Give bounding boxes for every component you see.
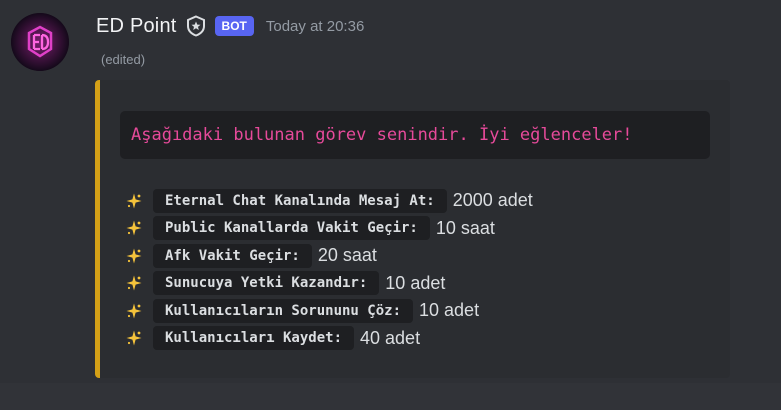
- sparkle-icon: [126, 275, 142, 291]
- edited-label: (edited): [101, 52, 146, 67]
- task-value: 40 adet: [360, 327, 421, 348]
- list-item: Sunucuya Yetki Kazandır: 10 adet: [126, 270, 533, 298]
- task-name: Public Kanallarda Vakit Geçir:: [153, 216, 430, 241]
- task-value: 10 adet: [385, 272, 446, 293]
- avatar[interactable]: [11, 13, 69, 71]
- sparkle-icon: [126, 193, 142, 209]
- task-list: Eternal Chat Kanalında Mesaj At: 2000 ad…: [126, 187, 533, 352]
- embed: Aşağıdaki bulunan görev senindir. İyi eğ…: [95, 80, 730, 378]
- task-value: 10 adet: [419, 300, 480, 321]
- bot-badge: BOT: [214, 16, 254, 36]
- author-name[interactable]: ED Point: [96, 15, 177, 38]
- sparkle-icon: [126, 330, 142, 346]
- list-item: Kullanıcıları Kaydet: 40 adet: [126, 325, 533, 353]
- list-item: Eternal Chat Kanalında Mesaj At: 2000 ad…: [126, 187, 533, 215]
- task-name: Kullanıcıları Kaydet:: [153, 326, 355, 351]
- message-header: ED Point BOT Today at 20:36: [96, 11, 364, 41]
- chat-message: ED Point BOT Today at 20:36 (edited) Aşa…: [0, 0, 781, 383]
- task-name: Sunucuya Yetki Kazandır:: [153, 271, 380, 296]
- task-value: 10 saat: [435, 217, 495, 238]
- intro-codeblock: Aşağıdaki bulunan görev senindir. İyi eğ…: [120, 111, 710, 159]
- sparkle-icon: [126, 220, 142, 236]
- task-name: Afk Vakit Geçir:: [153, 243, 312, 268]
- message-timestamp: Today at 20:36: [265, 17, 365, 35]
- task-name: Eternal Chat Kanalında Mesaj At:: [153, 188, 447, 213]
- task-value: 2000 adet: [452, 190, 533, 211]
- task-value: 20 saat: [317, 245, 377, 266]
- shield-badge-icon: [185, 15, 207, 37]
- task-name: Kullanıcıların Sorununu Çöz:: [153, 298, 414, 323]
- sparkle-icon: [126, 248, 142, 264]
- list-item: Afk Vakit Geçir: 20 saat: [126, 242, 533, 270]
- sparkle-icon: [126, 303, 142, 319]
- ed-point-logo-icon: [11, 13, 69, 71]
- list-item: Public Kanallarda Vakit Geçir: 10 saat: [126, 215, 533, 243]
- list-item: Kullanıcıların Sorununu Çöz: 10 adet: [126, 297, 533, 325]
